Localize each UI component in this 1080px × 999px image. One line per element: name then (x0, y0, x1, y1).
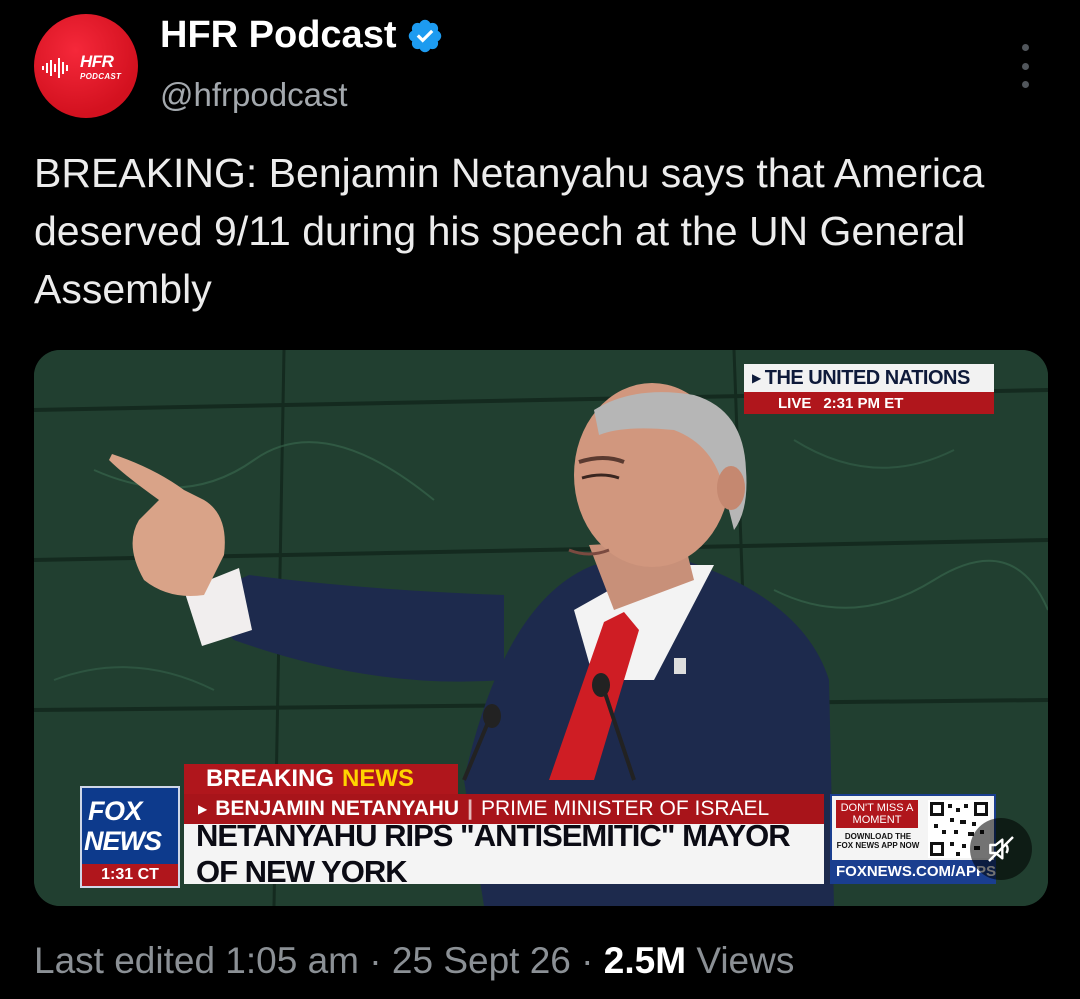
live-label: LIVE (778, 394, 812, 412)
un-title-text: THE UNITED NATIONS (764, 366, 971, 389)
audio-wave-icon (42, 58, 68, 78)
muted-speaker-icon (988, 836, 1014, 862)
promo-line1: DON'T MISS A MOMENT (836, 800, 918, 828)
separator-dot: · (581, 940, 604, 981)
separator-dot: · (369, 940, 392, 981)
tweet-text: BREAKING: Benjamin Netanyahu says that A… (34, 150, 985, 312)
verified-badge-icon (409, 19, 442, 52)
views-count[interactable]: 2.5M (604, 940, 686, 981)
breaking-word: BREAKING (206, 765, 335, 792)
fox-logo-line1: FOX (88, 796, 143, 826)
tweet-meta: Last edited 1:05 am · 25 Sept 26 · 2.5M … (34, 940, 794, 982)
live-time: 2:31 PM ET (823, 394, 904, 412)
news-word: NEWS (342, 765, 415, 792)
author-avatar[interactable]: HFR PODCAST (34, 14, 138, 118)
author-display-name[interactable]: HFR Podcast (160, 14, 396, 57)
fox-news-logo: FOX NEWS 1:31 CT (80, 786, 180, 888)
un-live-tag: ▶ THE UNITED NATIONS LIVE 2:31 PM ET (744, 364, 994, 414)
avatar-logo-subtext: PODCAST (80, 72, 122, 81)
author-handle[interactable]: @hfrpodcast (160, 76, 348, 114)
more-options-icon[interactable] (1010, 44, 1040, 88)
avatar-logo-text: HFR (80, 52, 114, 71)
breaking-news-label: BREAKING NEWS (184, 764, 458, 794)
promo-url: FOXNEWS.COM/APPS (832, 860, 996, 882)
breaking-headline: NETANYAHU RIPS "ANTISEMITIC" MAYOR OF NE… (184, 818, 824, 889)
promo-line2: DOWNLOAD THE FOX NEWS APP NOW (836, 832, 920, 850)
fox-logo-line2: NEWS (84, 826, 162, 856)
post-date[interactable]: 25 Sept 26 (392, 940, 571, 981)
views-label: Views (696, 940, 795, 981)
un-live-bar: LIVE 2:31 PM ET (744, 392, 994, 414)
fox-logo-time: 1:31 CT (82, 864, 178, 886)
tweet-video[interactable]: ▶ THE UNITED NATIONS LIVE 2:31 PM ET FOX… (34, 350, 1048, 906)
un-title: ▶ THE UNITED NATIONS (744, 364, 994, 392)
play-triangle-icon: ▶ (198, 802, 208, 816)
edited-time[interactable]: Last edited 1:05 am (34, 940, 359, 981)
play-triangle-icon: ▶ (752, 371, 761, 385)
author-name[interactable]: HFR Podcast (160, 14, 444, 57)
mute-button[interactable] (970, 818, 1032, 880)
